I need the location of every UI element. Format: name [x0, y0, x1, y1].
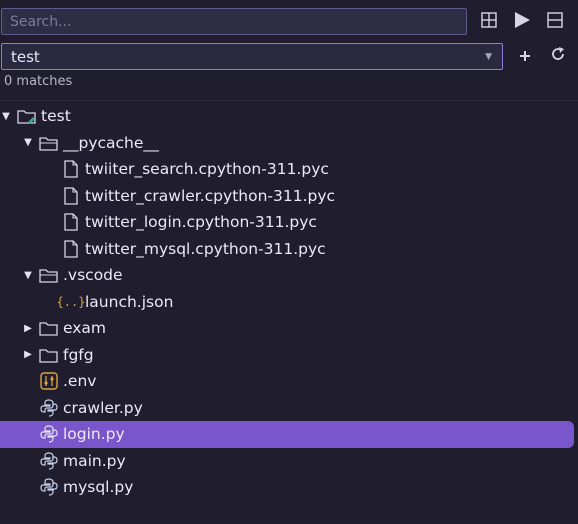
- chevron-right-icon[interactable]: ▶: [22, 349, 34, 361]
- tree-item-fgfg[interactable]: ▶ fgfg: [0, 342, 578, 369]
- tree-item-file[interactable]: twitter_login.cpython-311.pyc: [0, 209, 578, 236]
- chevron-down-icon[interactable]: ▼: [0, 110, 12, 122]
- play-icon: [513, 11, 531, 33]
- python-icon: [38, 476, 60, 498]
- project-select[interactable]: test ▼: [1, 43, 503, 70]
- tree-item-crawler-py[interactable]: crawler.py: [0, 395, 578, 422]
- tree-item-label: twitter_crawler.cpython-311.pyc: [85, 186, 336, 205]
- search-input[interactable]: [1, 8, 467, 35]
- refresh-icon: [550, 46, 566, 66]
- env-settings-icon: [38, 370, 60, 392]
- project-folder-icon: [16, 105, 38, 127]
- plus-icon: [519, 48, 531, 66]
- python-icon: [38, 423, 60, 445]
- tree-item-file[interactable]: twitter_mysql.cpython-311.pyc: [0, 236, 578, 263]
- folder-open-icon: [38, 132, 60, 154]
- tree-item-label: launch.json: [85, 292, 174, 311]
- tree-item-vscode[interactable]: ▼ .vscode: [0, 262, 578, 289]
- file-icon: [60, 185, 82, 207]
- tree-item-label: __pycache__: [63, 133, 159, 152]
- tree-item-file[interactable]: twitter_crawler.cpython-311.pyc: [0, 183, 578, 210]
- file-tree: ▼ test ▼ __pycache__ twiiter_search.cpyt…: [0, 103, 578, 501]
- project-select-value: test: [11, 47, 40, 66]
- chevron-down-icon[interactable]: ▼: [22, 269, 34, 281]
- folder-icon: [38, 317, 60, 339]
- tree-item-label: mysql.py: [63, 478, 134, 497]
- tree-item-label: exam: [63, 319, 107, 338]
- split-panel-icon: [547, 12, 563, 32]
- tree-item-label: login.py: [63, 425, 125, 444]
- tree-item-launch-json[interactable]: {..} launch.json: [0, 289, 578, 316]
- tree-item-exam[interactable]: ▶ exam: [0, 315, 578, 342]
- tree-item-label: twitter_login.cpython-311.pyc: [85, 213, 317, 232]
- file-icon: [60, 238, 82, 260]
- tree-item-env[interactable]: .env: [0, 368, 578, 395]
- tree-item-label: .vscode: [63, 266, 123, 285]
- chevron-down-icon[interactable]: ▼: [22, 137, 34, 149]
- toolbar-area: test ▼ 0 matches: [0, 0, 578, 100]
- tree-item-mysql-py[interactable]: mysql.py: [0, 474, 578, 501]
- chevron-right-icon[interactable]: ▶: [22, 322, 34, 334]
- folder-icon: [38, 344, 60, 366]
- tree-item-test[interactable]: ▼ test: [0, 103, 578, 130]
- python-icon: [38, 450, 60, 472]
- tree-item-label: .env: [63, 372, 97, 391]
- file-icon: [60, 158, 82, 180]
- tree-item-label: test: [41, 107, 71, 126]
- tree-item-pycache[interactable]: ▼ __pycache__: [0, 130, 578, 157]
- grid-icon: [481, 12, 497, 32]
- file-icon: [60, 211, 82, 233]
- toggle-panel-button[interactable]: [541, 8, 569, 36]
- chevron-down-icon: ▼: [485, 51, 492, 62]
- json-icon: {..}: [56, 294, 86, 309]
- refresh-button[interactable]: [544, 42, 572, 70]
- tree-item-label: main.py: [63, 451, 126, 470]
- tree-item-label: fgfg: [63, 345, 94, 364]
- tree-item-label: twiiter_search.cpython-311.pyc: [85, 160, 329, 179]
- layout-button[interactable]: [475, 8, 503, 36]
- divider: [0, 100, 578, 101]
- match-count: 0 matches: [4, 74, 73, 89]
- tree-item-main-py[interactable]: main.py: [0, 448, 578, 475]
- tree-item-file[interactable]: twiiter_search.cpython-311.pyc: [0, 156, 578, 183]
- folder-open-icon: [38, 264, 60, 286]
- tree-item-login-py[interactable]: login.py: [0, 421, 574, 448]
- tree-item-label: twitter_mysql.cpython-311.pyc: [85, 239, 326, 258]
- tree-item-label: crawler.py: [63, 398, 143, 417]
- python-icon: [38, 397, 60, 419]
- run-button[interactable]: [508, 8, 536, 36]
- add-button[interactable]: [511, 43, 539, 71]
